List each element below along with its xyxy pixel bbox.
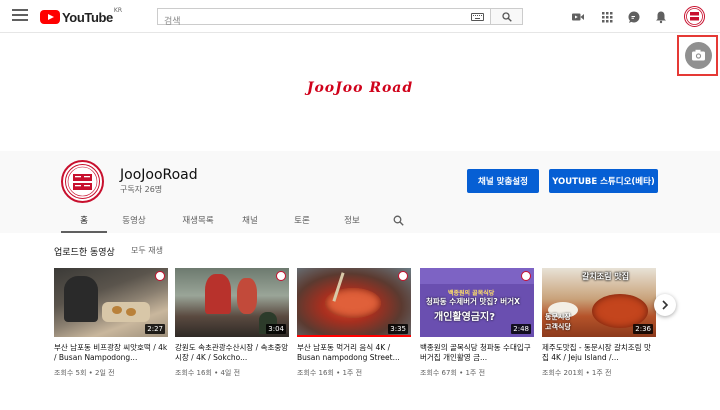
- video-thumbnail[interactable]: 갈치조림 맛집 동문시장 고객식당 2:36: [542, 268, 656, 337]
- channel-watermark-icon: [521, 271, 531, 281]
- logo-text: YouTube: [62, 9, 113, 25]
- video-thumbnail[interactable]: 백종원의 골목식당 청파동 수제버거 맛집? 버거X 개인활영금지? 2:48: [420, 268, 534, 337]
- video-title[interactable]: 백종원의 골목식당 청파동 수대입구 버거집 개인활영 금...: [420, 343, 534, 363]
- video-thumbnail[interactable]: 3:35: [297, 268, 411, 337]
- youtube-play-icon: [40, 10, 60, 24]
- search-box: [157, 8, 490, 30]
- video-camera-icon[interactable]: [571, 10, 585, 24]
- channel-name: JooJooRoad: [120, 167, 198, 183]
- video-card[interactable]: 2:27 부산 남포동 비프광장 씨앗호떡 / 4k / Busan Nampo…: [54, 268, 168, 378]
- search-icon: [502, 12, 512, 22]
- customize-channel-button[interactable]: 채널 맞춤설정: [467, 169, 539, 193]
- play-all-link[interactable]: 모두 재생: [131, 245, 163, 256]
- video-meta: 조회수 16회 • 1주 전: [297, 369, 363, 377]
- search-icon: [393, 215, 404, 226]
- video-card[interactable]: 갈치조림 맛집 동문시장 고객식당 2:36 제주도맛집 - 동문시장 갈치조림…: [542, 268, 656, 378]
- youtube-logo[interactable]: YouTube KR: [40, 7, 122, 25]
- banner-title: JooJoo Road: [306, 80, 414, 96]
- video-thumbnail[interactable]: 2:27: [54, 268, 168, 337]
- thumbnail-caption: 개인활영금지?: [434, 312, 496, 323]
- tab-channels[interactable]: 채널: [227, 207, 273, 233]
- video-thumbnail[interactable]: 3:04: [175, 268, 289, 337]
- subscriber-count: 구독자 26명: [120, 185, 163, 194]
- studio-button[interactable]: YOUTUBE 스튜디오(베타): [549, 169, 658, 193]
- banner-edit-highlight: [677, 35, 718, 76]
- thumbnail-caption: 고객식당: [545, 323, 571, 331]
- channel-logo-icon: [65, 164, 100, 199]
- thumbnail-caption: 청파동 수제버거 맛집? 버거X: [426, 297, 520, 306]
- search-input[interactable]: [158, 14, 490, 30]
- apps-grid-icon[interactable]: [600, 10, 614, 24]
- thumbnail-caption: 동문시장: [545, 313, 571, 321]
- search-button[interactable]: [490, 8, 523, 25]
- keyboard-icon[interactable]: [471, 13, 484, 21]
- video-title[interactable]: 부산 남포동 비프광장 씨앗호떡 / 4k / Busan Nampodong.…: [54, 343, 168, 363]
- video-meta: 조회수 16회 • 4일 전: [175, 369, 241, 377]
- thumbnail-caption: 갈치조림 맛집: [582, 272, 629, 281]
- camera-icon: [692, 49, 705, 61]
- channel-watermark-icon: [398, 271, 408, 281]
- video-meta: 조회수 67회 • 1주 전: [420, 369, 486, 377]
- channel-tabs: 홈 동영상 재생목록 채널 토론 정보: [61, 207, 421, 233]
- channel-header: JooJooRoad 구독자 26명 채널 맞춤설정 YOUTUBE 스튜디오(…: [0, 151, 720, 233]
- top-bar: YouTube KR: [0, 0, 720, 33]
- video-title[interactable]: 강원도 속초관광수산시장 / 속초중앙시장 / 4K / Sokcho...: [175, 343, 289, 363]
- section-title: 업로드한 동영상: [54, 248, 115, 258]
- chevron-right-icon: [662, 300, 669, 310]
- video-duration: 2:48: [511, 324, 531, 334]
- video-card[interactable]: 3:04 강원도 속초관광수산시장 / 속초중앙시장 / 4K / Sokcho…: [175, 268, 289, 378]
- chat-icon[interactable]: [627, 10, 641, 24]
- video-duration: 2:36: [633, 324, 653, 334]
- channel-watermark-icon: [276, 271, 286, 281]
- video-duration: 2:27: [145, 324, 165, 334]
- channel-banner: JooJoo Road: [0, 33, 720, 151]
- channel-search-button[interactable]: [375, 207, 421, 233]
- video-card[interactable]: 백종원의 골목식당 청파동 수제버거 맛집? 버거X 개인활영금지? 2:48 …: [420, 268, 534, 378]
- tab-videos[interactable]: 동영상: [111, 207, 157, 233]
- banner-edit-button[interactable]: [685, 42, 712, 69]
- channel-logo-icon: [686, 8, 703, 25]
- bell-icon[interactable]: [654, 10, 668, 24]
- video-duration: 3:35: [388, 324, 408, 334]
- channel-watermark-icon: [155, 271, 165, 281]
- video-title[interactable]: 제주도맛집 - 동문시장 갈치조림 맛집 4K / Jeju Island /.…: [542, 343, 656, 363]
- video-title[interactable]: 부산 남포동 먹거리 음식 4K / Busan nampodong Stree…: [297, 343, 411, 363]
- tab-home[interactable]: 홈: [61, 207, 107, 233]
- video-meta: 조회수 5회 • 2일 전: [54, 369, 115, 377]
- video-meta: 조회수 201회 • 1주 전: [542, 369, 612, 377]
- tab-discussion[interactable]: 토론: [279, 207, 325, 233]
- video-card[interactable]: 3:35 부산 남포동 먹거리 음식 4K / Busan nampodong …: [297, 268, 411, 378]
- carousel-next-button[interactable]: [654, 294, 676, 316]
- tab-about[interactable]: 정보: [329, 207, 375, 233]
- watch-progress-bar: [297, 335, 411, 337]
- channel-avatar[interactable]: [61, 160, 104, 203]
- logo-region: KR: [113, 7, 122, 14]
- tab-playlists[interactable]: 재생목록: [175, 207, 221, 233]
- video-duration: 3:04: [266, 324, 286, 334]
- menu-icon[interactable]: [12, 9, 28, 23]
- account-avatar[interactable]: [684, 6, 705, 27]
